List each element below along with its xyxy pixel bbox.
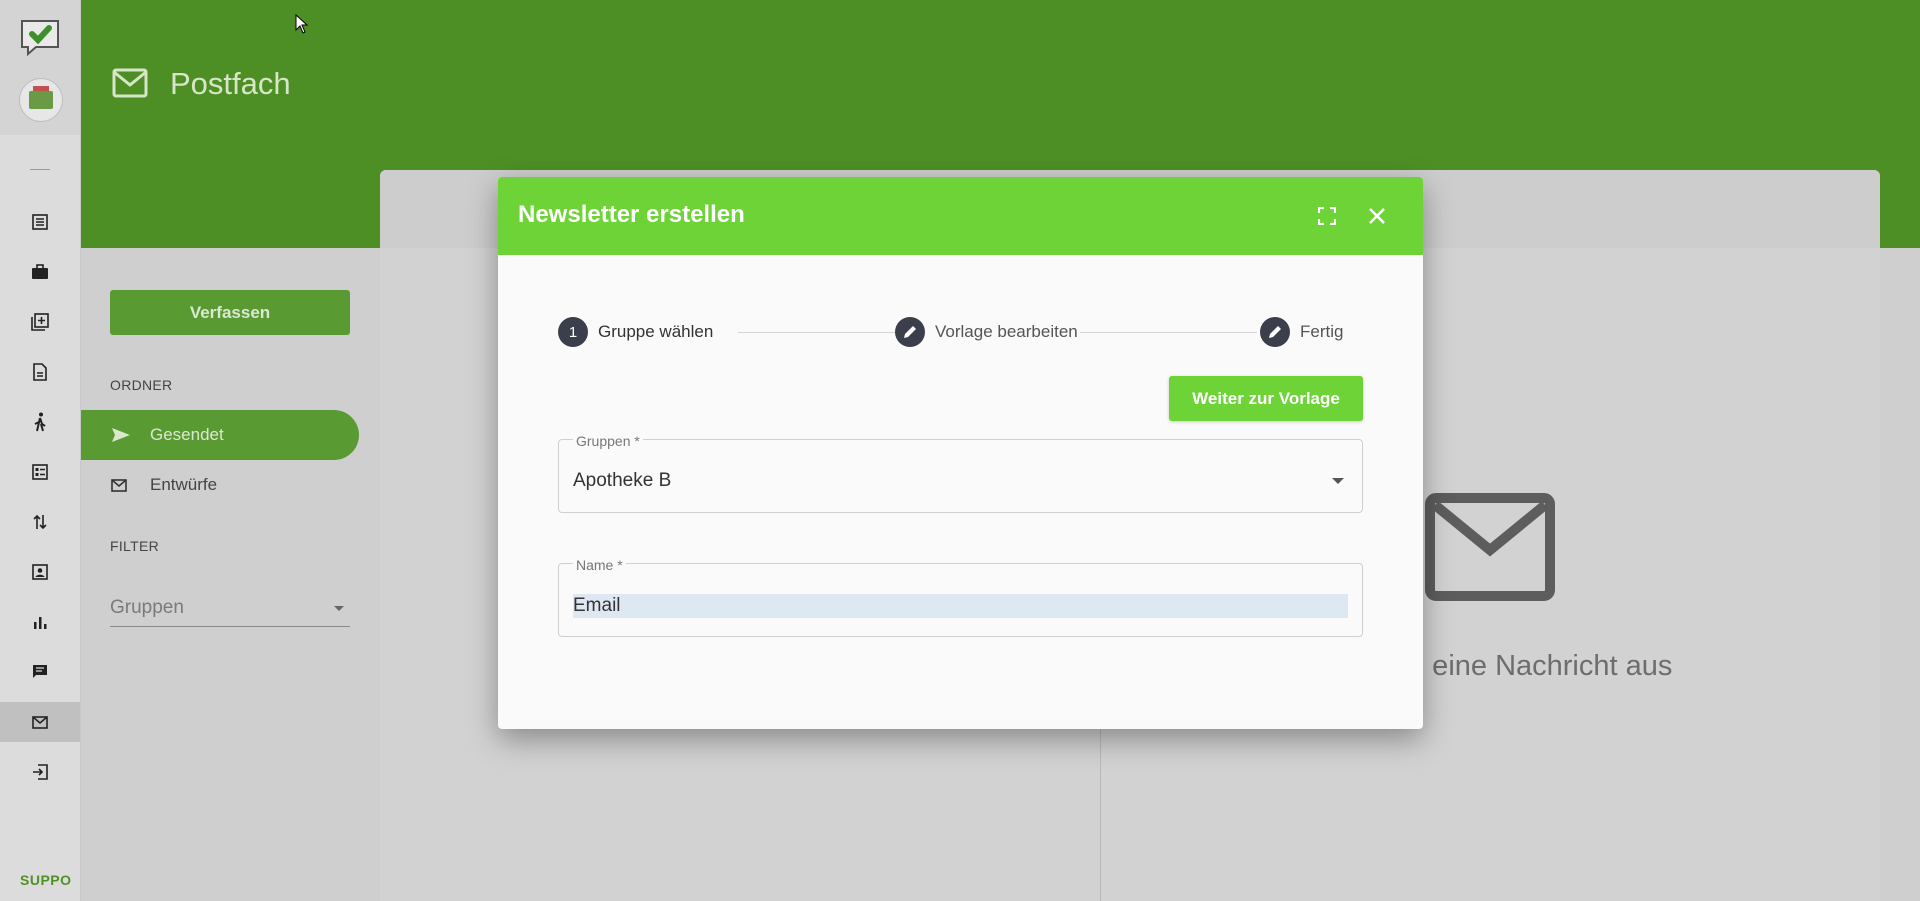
name-label: Name * (573, 557, 626, 573)
mail-icon (112, 68, 148, 98)
dialog-title: Newsletter erstellen (518, 201, 745, 228)
empty-mail-icon (1425, 493, 1555, 601)
chevron-down-icon (1332, 478, 1344, 484)
chevron-down-icon (334, 605, 344, 611)
step-label: Fertig (1300, 322, 1344, 341)
groups-label: Gruppen * (573, 433, 643, 449)
rail-divider (30, 169, 50, 170)
newsletter-dialog: Newsletter erstellen 1 Gruppe wählen Vor… (498, 177, 1423, 729)
step-fertig[interactable]: Fertig (1260, 317, 1343, 347)
name-field[interactable]: Name * (558, 557, 1363, 637)
mouse-cursor-icon (295, 14, 309, 34)
mail-icon[interactable] (0, 702, 80, 742)
bar-chart-icon[interactable] (0, 602, 80, 642)
group-filter-select[interactable]: Gruppen (110, 590, 350, 627)
name-input[interactable] (573, 594, 1348, 618)
form-icon[interactable] (0, 452, 80, 492)
step-number: 1 (558, 317, 588, 347)
step-gruppe[interactable]: 1 Gruppe wählen (558, 317, 713, 347)
pencil-icon (1260, 317, 1290, 347)
folder-item-gesendet[interactable]: Gesendet (81, 410, 359, 460)
folder-item-entwuerfe[interactable]: Entwürfe (81, 460, 359, 510)
filter-heading: FILTER (110, 538, 159, 554)
briefcase-icon[interactable] (0, 252, 80, 292)
list-icon[interactable] (0, 202, 80, 242)
step-label: Gruppe wählen (598, 322, 714, 341)
pharmacy-avatar[interactable] (19, 78, 63, 122)
support-link[interactable]: SUPPO (20, 872, 80, 888)
logout-icon[interactable] (0, 752, 80, 792)
document-icon[interactable] (0, 352, 80, 392)
compose-button[interactable]: Verfassen (110, 290, 350, 335)
pencil-icon (895, 317, 925, 347)
step-vorlage[interactable]: Vorlage bearbeiten (895, 317, 1078, 347)
chat-icon[interactable] (0, 652, 80, 692)
fullscreen-icon[interactable] (1312, 201, 1342, 231)
walk-icon[interactable] (0, 402, 80, 442)
mail-icon (111, 478, 131, 492)
stepper: 1 Gruppe wählen Vorlage bearbeiten Ferti… (558, 317, 1358, 347)
folders-heading: ORDNER (110, 377, 173, 393)
next-to-template-button[interactable]: Weiter zur Vorlage (1169, 376, 1363, 421)
close-icon[interactable] (1362, 201, 1392, 231)
empty-state-text: e eine Nachricht aus (1408, 650, 1673, 682)
app-logo-icon[interactable] (19, 18, 61, 56)
step-connector (738, 332, 903, 333)
contact-icon[interactable] (0, 552, 80, 592)
filter-placeholder: Gruppen (110, 597, 184, 618)
dialog-header: Newsletter erstellen (498, 177, 1423, 255)
add-box-icon[interactable] (0, 302, 80, 342)
groups-select[interactable]: Gruppen * Apotheke B (558, 433, 1363, 513)
step-label: Vorlage bearbeiten (935, 322, 1078, 341)
folder-label: Entwürfe (150, 475, 218, 494)
step-connector (1080, 332, 1257, 333)
folder-label: Gesendet (150, 425, 224, 444)
send-icon (111, 427, 131, 443)
page-title: Postfach (170, 66, 291, 101)
nav-rail: SUPPO (0, 0, 81, 901)
groups-value: Apotheke B (573, 470, 672, 491)
swap-icon[interactable] (0, 502, 80, 542)
